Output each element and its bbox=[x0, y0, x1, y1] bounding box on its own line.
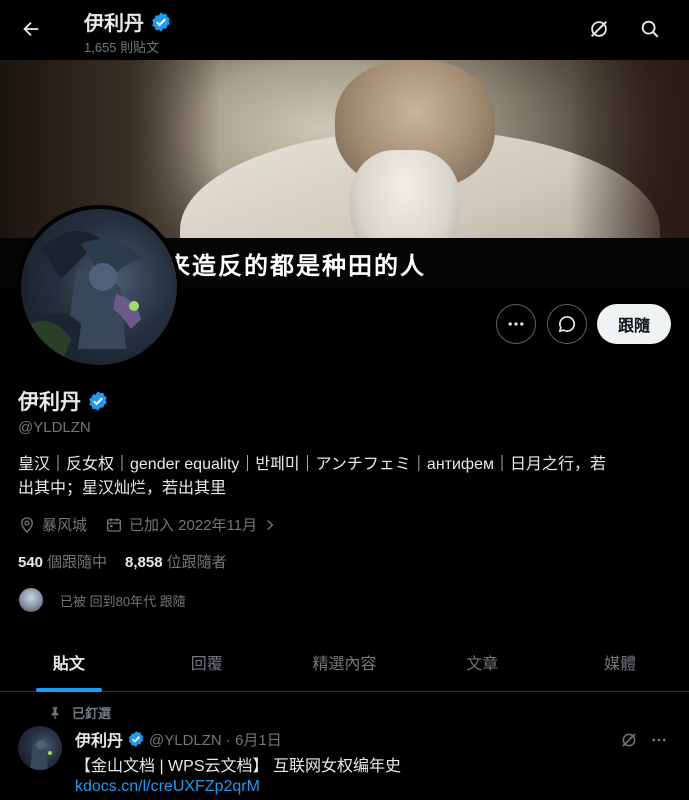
followed-by[interactable]: 已被 回到80年代 跟隨 bbox=[18, 587, 186, 613]
arrow-left-icon bbox=[23, 21, 39, 37]
profile-meta: 暴风城 已加入 2022年11月 bbox=[18, 514, 277, 535]
tweet-link[interactable]: kdocs.cn/l/creUXFZp2qrM bbox=[75, 778, 260, 796]
profile-tabs: 貼文 回覆 精選內容 文章 媒體 bbox=[0, 632, 689, 692]
tweet-header: 伊利丹 @YLDLZN · 6月1日 bbox=[75, 727, 282, 751]
verified-badge-icon[interactable] bbox=[87, 390, 109, 412]
tweet-avatar-image bbox=[30, 740, 52, 770]
post-count: 1,655 則貼文 bbox=[84, 40, 160, 55]
join-date-text: 已加入 2022年11月 bbox=[129, 517, 258, 534]
profile-bio: 皇汉｜反女权｜gender equality｜반페미｜アンチフェミ｜антифе… bbox=[18, 453, 668, 501]
followers-link[interactable]: 8,858 位跟隨者 bbox=[125, 551, 227, 572]
profile-name: 伊利丹 bbox=[18, 391, 81, 414]
message-button[interactable] bbox=[547, 304, 587, 344]
message-icon bbox=[558, 316, 576, 333]
search-icon bbox=[641, 20, 659, 38]
search-button[interactable] bbox=[633, 12, 667, 46]
more-icon bbox=[652, 738, 666, 742]
following-count: 540 bbox=[18, 554, 44, 571]
chevron-right-icon bbox=[267, 519, 274, 530]
pin-icon bbox=[51, 706, 59, 719]
pinned-text: 已釘選 bbox=[72, 706, 112, 721]
location-text: 暴风城 bbox=[42, 517, 88, 534]
follower-avatar bbox=[18, 587, 44, 613]
avatar-image bbox=[21, 231, 141, 365]
tab-media[interactable]: 媒體 bbox=[551, 632, 689, 691]
tweet-handle-date[interactable]: @YLDLZN · 6月1日 bbox=[149, 729, 282, 750]
tab-articles[interactable]: 文章 bbox=[413, 632, 551, 691]
followers-count: 8,858 bbox=[125, 554, 163, 571]
followers-label: 位跟隨者 bbox=[166, 554, 227, 571]
more-icon bbox=[508, 322, 524, 326]
back-button[interactable] bbox=[14, 12, 48, 46]
profile-name-row: 伊利丹 bbox=[18, 386, 109, 416]
tab-highlights[interactable]: 精選內容 bbox=[276, 632, 414, 691]
header-title: 伊利丹 bbox=[84, 7, 172, 36]
profile-avatar[interactable] bbox=[17, 205, 181, 369]
top-bar: 伊利丹 1,655 則貼文 bbox=[0, 0, 689, 60]
tweet-avatar[interactable] bbox=[18, 726, 62, 770]
location: 暴风城 bbox=[18, 514, 87, 535]
calendar-icon bbox=[106, 517, 122, 532]
followed-by-text: 已被 回到80年代 跟隨 bbox=[60, 593, 186, 609]
verified-badge-icon bbox=[128, 731, 144, 747]
more-button[interactable] bbox=[496, 304, 536, 344]
verified-badge-icon bbox=[152, 11, 170, 32]
tweet-grok-button[interactable] bbox=[617, 728, 641, 752]
location-icon bbox=[21, 516, 33, 533]
profile-handle: @YLDLZN bbox=[18, 419, 91, 436]
banner-caption: 而来造反的都是种田的人 bbox=[140, 252, 426, 280]
grok-button[interactable] bbox=[582, 12, 616, 46]
tweet-text: 【金山文档 | WPS云文档】 互联网女权编年史 bbox=[75, 758, 401, 775]
tweet-author[interactable]: 伊利丹 bbox=[75, 727, 123, 751]
join-date[interactable]: 已加入 2022年11月 bbox=[105, 514, 277, 535]
tab-replies[interactable]: 回覆 bbox=[138, 632, 276, 691]
grok-icon bbox=[622, 733, 636, 747]
grok-icon bbox=[590, 20, 608, 38]
following-label: 個跟隨中 bbox=[47, 554, 108, 571]
header-name: 伊利丹 bbox=[84, 13, 144, 35]
tab-posts[interactable]: 貼文 bbox=[0, 632, 138, 691]
tweet-more-button[interactable] bbox=[647, 728, 671, 752]
following-link[interactable]: 540 個跟隨中 bbox=[18, 551, 107, 572]
follow-button[interactable]: 跟隨 bbox=[597, 304, 671, 344]
bio-line: 出其中；星汉灿烂，若出其里 bbox=[18, 480, 227, 497]
pinned-label: 已釘選 bbox=[48, 703, 111, 722]
bio-line: 皇汉｜反女权｜gender equality｜반페미｜アンチフェミ｜антифе… bbox=[18, 456, 606, 473]
follow-stats: 540 個跟隨中 8,858 位跟隨者 bbox=[18, 551, 227, 572]
